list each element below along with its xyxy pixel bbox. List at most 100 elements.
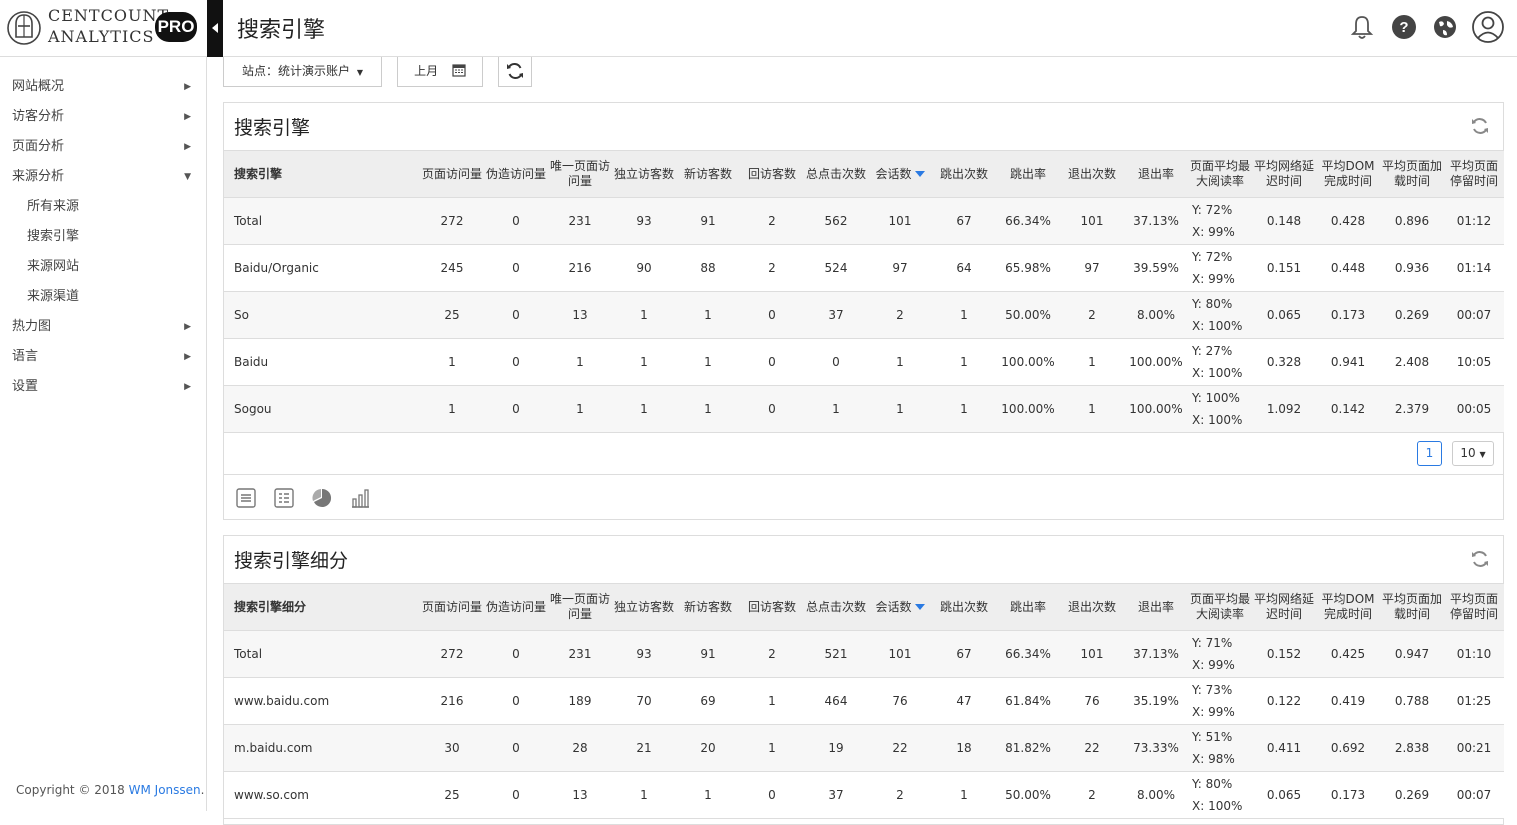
globe-icon[interactable]	[1430, 12, 1460, 42]
column-header[interactable]: 伪造访问量	[484, 150, 548, 198]
column-header[interactable]: 退出次数	[1060, 150, 1124, 198]
page-button-1[interactable]: 1	[1417, 441, 1442, 466]
column-header[interactable]: 平均网络延迟时间	[1252, 150, 1316, 198]
column-header-label: 平均页面停留时间	[1449, 592, 1498, 621]
sidebar-item-label: 热力图	[12, 319, 52, 334]
table-cell: 216	[548, 244, 612, 292]
site-select[interactable]: 站点：统计演示账户 ▼	[223, 57, 382, 87]
column-header[interactable]: 页面平均最大阅读率	[1188, 583, 1252, 631]
table-row[interactable]: So 25 0 13 1 1 0 37 2 1 50.00% 2 8.00% Y: 80% X: 100% 0…	[224, 291, 1504, 339]
column-header-label: 跳出率	[1009, 599, 1046, 614]
sidebar-item-language[interactable]: 语言 ▶	[0, 342, 207, 372]
column-header-label: 退出次数	[1067, 166, 1116, 181]
table-cell: 2.379	[1380, 385, 1444, 433]
table-row[interactable]: Total 272 0 231 93 91 2 521 101 67 66.34% 101 37.13%…	[224, 630, 1504, 678]
column-header[interactable]: 回访客数	[740, 583, 804, 631]
sidebar-item-label: 访客分析	[12, 109, 65, 124]
table-cell: 0	[740, 338, 804, 386]
table-cell: 0	[484, 630, 548, 678]
column-header[interactable]: 独立访客数	[612, 583, 676, 631]
table-row[interactable]: www.so.com 25 0 13 1 1 0 37 2 1 50.00% 2 8.00% Y: 80%…	[224, 771, 1504, 819]
table-cell: 97	[868, 244, 932, 292]
column-header[interactable]: 平均页面停留时间	[1444, 150, 1504, 198]
column-header[interactable]: 搜索引擎	[224, 150, 420, 198]
column-header[interactable]: 总点击次数	[804, 150, 868, 198]
table-row[interactable]: www.baidu.com 216 0 189 70 69 1 464 76 47 61.84% 76…	[224, 677, 1504, 725]
column-header[interactable]: 唯一页面访问量	[548, 583, 612, 631]
column-header[interactable]: 平均页面加载时间	[1380, 150, 1444, 198]
pie-chart-icon[interactable]	[311, 487, 333, 509]
column-header[interactable]: 平均页面加载时间	[1380, 583, 1444, 631]
column-header-label: 平均页面停留时间	[1449, 159, 1498, 188]
sidebar-item-overview[interactable]: 网站概况 ▶	[0, 72, 207, 102]
table-cell: 0.328	[1252, 338, 1316, 386]
column-header[interactable]: 总点击次数	[804, 583, 868, 631]
column-header[interactable]: 跳出率	[996, 583, 1060, 631]
table-cell: 64	[932, 244, 996, 292]
column-header[interactable]: 平均网络延迟时间	[1252, 583, 1316, 631]
table-row[interactable]: Total 272 0 231 93 91 2 562 101 67 66.34% 101 37.13%…	[224, 197, 1504, 245]
sort-desc-icon	[914, 171, 925, 177]
sidebar-item-heatmap[interactable]: 热力图 ▶	[0, 312, 207, 342]
column-header[interactable]: 新访客数	[676, 583, 740, 631]
column-header[interactable]: 退出率	[1124, 150, 1188, 198]
column-header[interactable]: 退出率	[1124, 583, 1188, 631]
user-icon[interactable]	[1471, 10, 1505, 44]
refresh-icon[interactable]	[1469, 548, 1491, 570]
table-row[interactable]: Baidu/Organic 245 0 216 90 88 2 524 97 64 65.98% 97…	[224, 244, 1504, 292]
table-cell: 101	[868, 630, 932, 678]
sidebar-item-pages[interactable]: 页面分析 ▶	[0, 132, 207, 162]
help-icon[interactable]: ?	[1389, 12, 1419, 42]
column-header[interactable]: 退出次数	[1060, 583, 1124, 631]
column-header[interactable]: 跳出率	[996, 150, 1060, 198]
column-header[interactable]: 页面访问量	[420, 150, 484, 198]
sidebar-item-visitors[interactable]: 访客分析 ▶	[0, 102, 207, 132]
column-header-label: 退出率	[1137, 599, 1174, 614]
table-row[interactable]: Sogou 1 0 1 1 1 0 1 1 1 100.00% 1 100.00% Y: 100% X: 1…	[224, 385, 1504, 433]
table-cell: 2	[868, 291, 932, 339]
column-header[interactable]: 页面访问量	[420, 583, 484, 631]
table-cell: 1	[548, 385, 612, 433]
bell-icon[interactable]	[1347, 12, 1377, 42]
table-cell: 73.33%	[1124, 724, 1188, 772]
table-row[interactable]: Baidu 1 0 1 1 1 0 0 1 1 100.00% 1 100.00% Y: 27% X: 10…	[224, 338, 1504, 386]
sidebar-item-all-sources[interactable]: 所有来源	[0, 192, 207, 222]
sidebar-toggle-button[interactable]	[207, 0, 223, 57]
sidebar-item-sources[interactable]: 来源分析 ▼	[0, 162, 207, 192]
column-header[interactable]: 新访客数	[676, 150, 740, 198]
read-rate-cell: Y: 80% X: 100%	[1188, 291, 1252, 339]
table-cell: 67	[932, 197, 996, 245]
column-header[interactable]: 平均DOM完成时间	[1316, 150, 1380, 198]
column-header[interactable]: 独立访客数	[612, 150, 676, 198]
column-header[interactable]: 页面平均最大阅读率	[1188, 150, 1252, 198]
column-header[interactable]: 会话数	[868, 583, 932, 631]
column-header[interactable]: 跳出次数	[932, 150, 996, 198]
column-header-label: 唯一页面访问量	[550, 159, 611, 188]
page-size-select[interactable]: 10 ▼	[1452, 441, 1494, 466]
refresh-button[interactable]	[498, 57, 532, 87]
sidebar-item-settings[interactable]: 设置 ▶	[0, 372, 207, 402]
column-header[interactable]: 跳出次数	[932, 583, 996, 631]
sidebar-item-search-engines[interactable]: 搜索引擎	[0, 222, 207, 252]
column-header[interactable]: 唯一页面访问量	[548, 150, 612, 198]
table-row[interactable]: m.baidu.com 30 0 28 21 20 1 19 22 18 81.82% 22 73.33…	[224, 724, 1504, 772]
column-header-label: 总点击次数	[806, 166, 867, 181]
column-header[interactable]: 平均页面停留时间	[1444, 583, 1504, 631]
sidebar-item-channels[interactable]: 来源渠道	[0, 282, 207, 312]
logo[interactable]: CENTCOUNT ANALYTICS PRO	[0, 0, 207, 57]
author-link[interactable]: WM Jonssen	[129, 783, 201, 797]
bar-chart-icon[interactable]	[349, 487, 371, 509]
refresh-icon[interactable]	[1469, 115, 1491, 137]
date-picker[interactable]: 上月	[397, 57, 483, 87]
svg-text:?: ?	[1399, 19, 1408, 36]
pivot-table-icon[interactable]	[273, 487, 295, 509]
column-header[interactable]: 搜索引擎细分	[224, 583, 420, 631]
column-header[interactable]: 会话数	[868, 150, 932, 198]
column-header[interactable]: 伪造访问量	[484, 583, 548, 631]
sidebar-item-referring-sites[interactable]: 来源网站	[0, 252, 207, 282]
column-header[interactable]: 回访客数	[740, 150, 804, 198]
column-header[interactable]: 平均DOM完成时间	[1316, 583, 1380, 631]
read-rate-x: X: 99%	[1192, 705, 1235, 719]
table-view-icon[interactable]	[235, 487, 257, 509]
divider	[224, 474, 1503, 475]
